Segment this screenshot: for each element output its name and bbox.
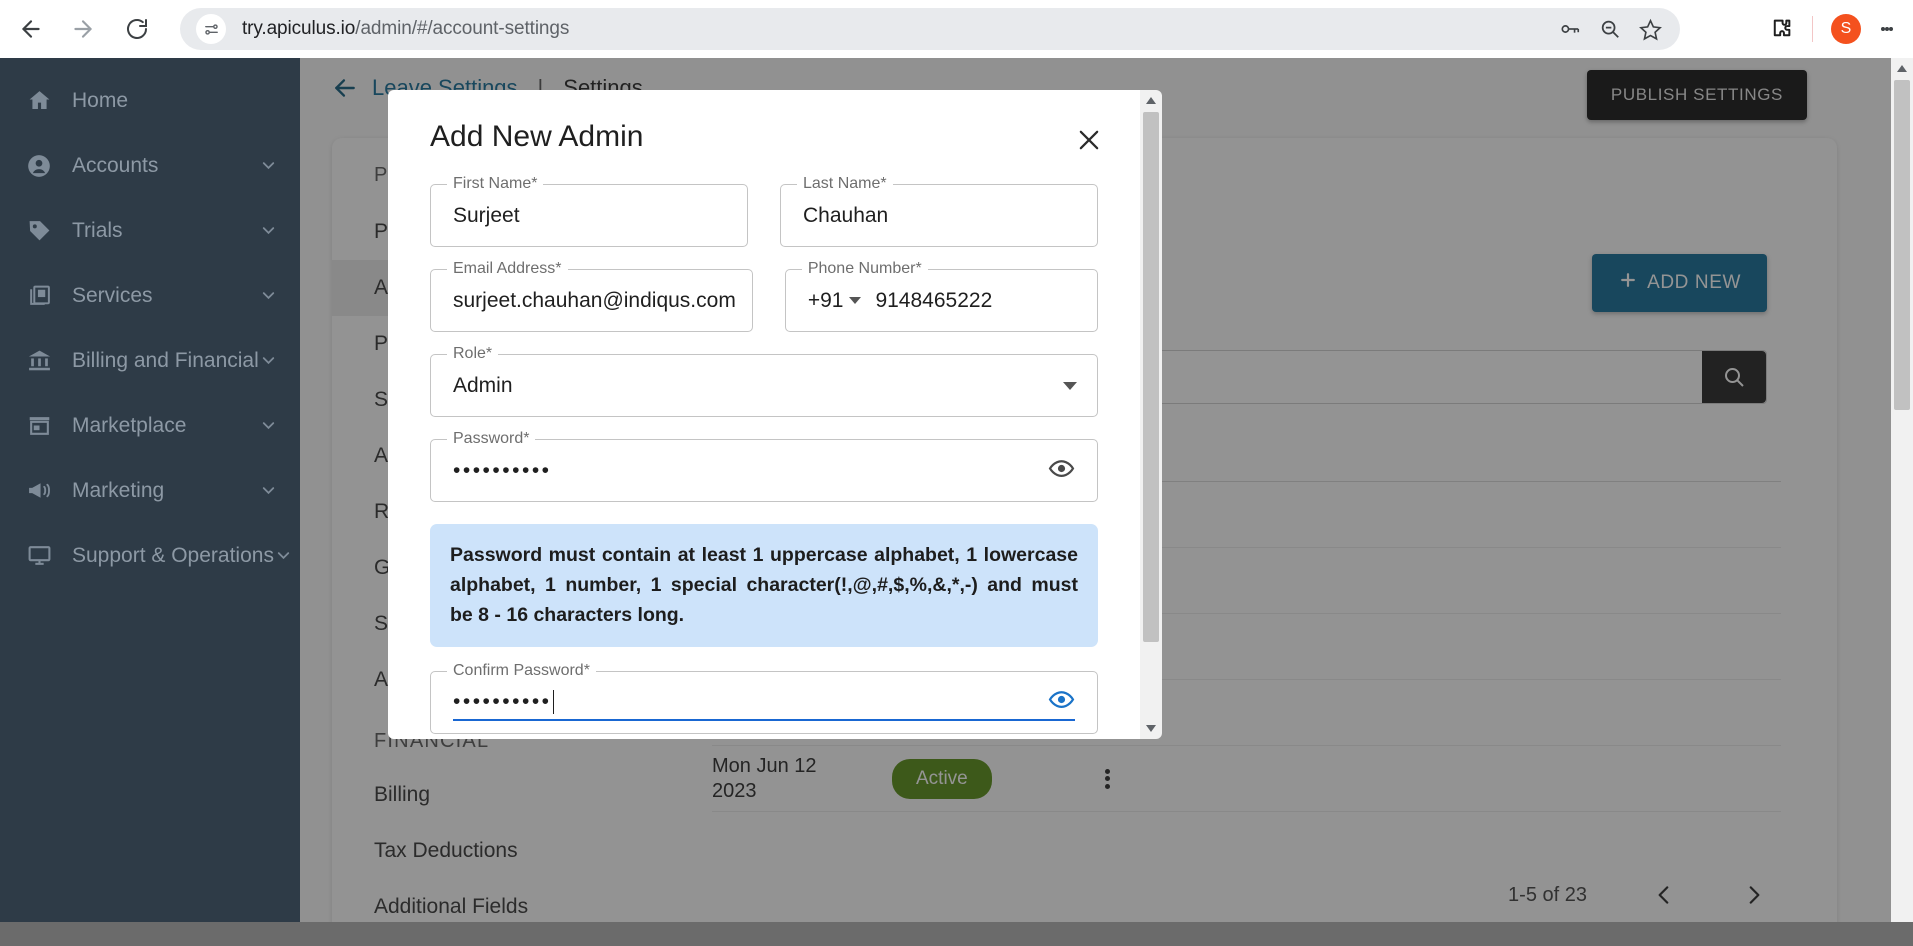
bank-icon <box>22 348 56 373</box>
focus-underline <box>453 719 1075 721</box>
megaphone-icon <box>22 478 56 503</box>
url-text: try.apiculus.io/admin/#/account-settings <box>242 18 1552 40</box>
avatar[interactable]: S <box>1831 14 1861 44</box>
first-name-label: First Name* <box>447 175 543 193</box>
password-input[interactable]: •••••••••• <box>453 459 552 483</box>
text-cursor <box>553 690 555 714</box>
last-name-field[interactable]: Last Name* Chauhan <box>780 184 1098 247</box>
confirm-password-label: Confirm Password* <box>447 662 596 680</box>
puzzle-icon[interactable] <box>1760 8 1800 50</box>
chevron-down-icon <box>274 546 293 565</box>
first-name-field[interactable]: First Name* Surjeet <box>430 184 748 247</box>
password-requirements-hint: Password must contain at least 1 upperca… <box>430 524 1098 647</box>
contact-row: Email Address* surjeet.chauhan@indiqus.c… <box>430 269 1098 332</box>
home-icon <box>22 88 56 113</box>
dialog-title: Add New Admin <box>430 120 1098 154</box>
key-icon[interactable] <box>1552 11 1588 47</box>
person-icon <box>22 153 56 179</box>
role-select-value[interactable]: Admin <box>453 374 513 398</box>
name-row: First Name* Surjeet Last Name* Chauhan <box>430 184 1098 247</box>
scrollbar-thumb[interactable] <box>1894 80 1910 410</box>
email-input[interactable]: surjeet.chauhan@indiqus.com <box>453 289 736 313</box>
zoom-out-icon[interactable] <box>1592 11 1628 47</box>
chevron-down-icon[interactable] <box>1063 382 1077 390</box>
chevron-down-icon[interactable] <box>849 297 861 304</box>
sidebar-item-label: Marketplace <box>72 414 259 438</box>
site-settings-icon[interactable] <box>196 14 226 44</box>
sidebar-item-label: Trials <box>72 219 259 243</box>
star-icon[interactable] <box>1632 11 1668 47</box>
phone-field[interactable]: Phone Number* +91 9148465222 <box>785 269 1098 332</box>
confirm-password-input[interactable]: •••••••••• <box>453 690 552 714</box>
dialog-body: Add New Admin First Name* Surjeet Last N… <box>388 90 1140 739</box>
chevron-down-icon <box>259 286 278 305</box>
forward-arrow-icon[interactable] <box>62 8 104 50</box>
scrollbar-track[interactable] <box>1891 80 1913 924</box>
chevron-down-icon <box>259 156 278 175</box>
monitor-icon <box>22 543 56 568</box>
back-arrow-icon[interactable] <box>10 8 52 50</box>
layers-icon <box>22 283 56 308</box>
phone-label: Phone Number* <box>802 260 928 278</box>
sidebar-item-marketplace[interactable]: Marketplace <box>0 393 300 458</box>
tag-icon <box>22 218 56 243</box>
close-icon[interactable] <box>1072 123 1106 157</box>
sidebar-item-label: Marketing <box>72 479 259 503</box>
chevron-down-icon <box>259 351 278 370</box>
sidebar-item-support-and-operations[interactable]: Support & Operations <box>0 523 300 588</box>
email-label: Email Address* <box>447 260 568 278</box>
store-icon <box>22 413 56 438</box>
role-field[interactable]: Role* Admin <box>430 354 1098 417</box>
last-name-label: Last Name* <box>797 175 893 193</box>
dialog-scrollbar[interactable] <box>1140 90 1162 739</box>
reload-icon[interactable] <box>116 8 158 50</box>
country-code-select[interactable]: +91 <box>808 289 844 313</box>
password-label: Password* <box>447 430 535 448</box>
address-bar[interactable]: try.apiculus.io/admin/#/account-settings <box>180 8 1680 50</box>
sidebar-item-label: Accounts <box>72 154 259 178</box>
sidebar-item-label: Support & Operations <box>72 544 274 568</box>
scroll-up-arrow-icon[interactable] <box>1145 90 1157 112</box>
role-label: Role* <box>447 345 498 363</box>
eye-icon[interactable] <box>1048 455 1075 487</box>
window-bottom-strip <box>0 922 1913 946</box>
browser-toolbar: try.apiculus.io/admin/#/account-settings… <box>0 0 1913 58</box>
chevron-down-icon <box>259 416 278 435</box>
chevron-down-icon <box>259 481 278 500</box>
sidebar-item-marketing[interactable]: Marketing <box>0 458 300 523</box>
eye-icon[interactable] <box>1048 686 1075 718</box>
sidebar-item-services[interactable]: Services <box>0 263 300 328</box>
email-field[interactable]: Email Address* surjeet.chauhan@indiqus.c… <box>430 269 753 332</box>
toolbar-divider <box>1812 16 1813 42</box>
add-new-admin-dialog: Add New Admin First Name* Surjeet Last N… <box>388 90 1162 739</box>
sidebar-item-label: Home <box>72 89 278 113</box>
url-path: /admin/#/account-settings <box>355 18 569 39</box>
sidebar-item-label: Services <box>72 284 259 308</box>
sidebar-item-home[interactable]: Home <box>0 68 300 133</box>
main-sidebar: Home Accounts Trials Services <box>0 58 300 946</box>
url-host: try.apiculus.io <box>242 18 355 39</box>
sidebar-item-billing-and-financial[interactable]: Billing and Financial <box>0 328 300 393</box>
scrollbar-thumb[interactable] <box>1143 112 1159 642</box>
confirm-password-field[interactable]: Confirm Password* •••••••••• <box>430 671 1098 734</box>
phone-input[interactable]: 9148465222 <box>875 289 992 313</box>
last-name-input[interactable]: Chauhan <box>803 204 888 228</box>
chevron-down-icon <box>259 221 278 240</box>
sidebar-item-trials[interactable]: Trials <box>0 198 300 263</box>
sidebar-item-accounts[interactable]: Accounts <box>0 133 300 198</box>
scrollbar-track[interactable] <box>1140 112 1162 717</box>
page-scrollbar[interactable] <box>1891 58 1913 946</box>
first-name-input[interactable]: Surjeet <box>453 204 520 228</box>
scroll-up-arrow-icon[interactable] <box>1896 58 1908 80</box>
password-field[interactable]: Password* •••••••••• <box>430 439 1098 502</box>
browser-extension-area: S <box>1760 8 1905 50</box>
scroll-down-arrow-icon[interactable] <box>1145 717 1157 739</box>
sidebar-item-label: Billing and Financial <box>72 349 259 373</box>
three-dot-menu-icon[interactable] <box>1869 8 1905 50</box>
